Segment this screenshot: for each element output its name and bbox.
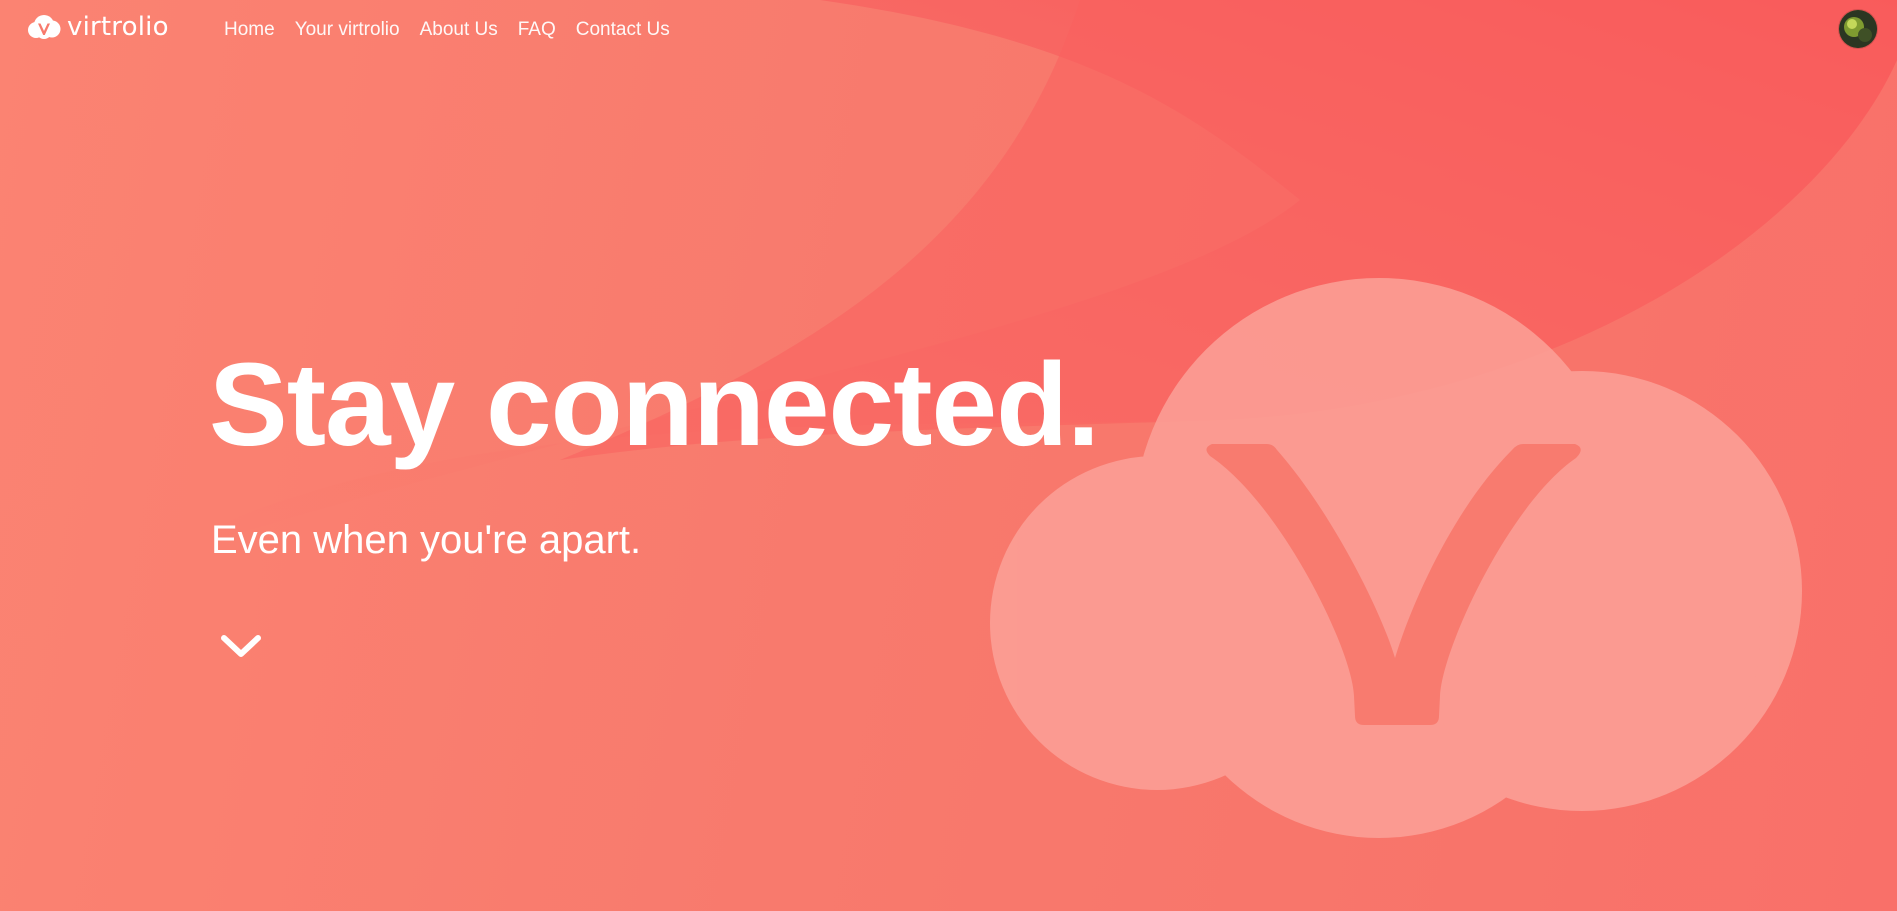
nav-about-us-link[interactable]: About Us [420,18,498,42]
cloud-v-illustration [990,278,1802,838]
cloud-v-logo-icon [28,15,61,39]
chevron-down-icon[interactable] [218,628,264,662]
brand-name: virtrolio [67,12,169,42]
hero-subtitle: Even when you're apart. [211,518,642,562]
nav-faq-link[interactable]: FAQ [518,18,556,42]
user-avatar[interactable] [1839,10,1877,48]
brand-home-link[interactable]: virtrolio [27,12,169,42]
top-navbar: virtrolio Home Your virtrolio About Us F… [0,0,1897,60]
landing-page: virtrolio Home Your virtrolio About Us F… [0,0,1897,911]
nav-your-virtrolio-link[interactable]: Your virtrolio [295,18,400,42]
hero-title: Stay connected. [209,339,1100,471]
avatar-image [1839,10,1877,48]
nav-contact-us-link[interactable]: Contact Us [576,18,670,42]
nav-home-link[interactable]: Home [224,18,275,42]
main-nav: Home Your virtrolio About Us FAQ Contact… [224,18,690,42]
